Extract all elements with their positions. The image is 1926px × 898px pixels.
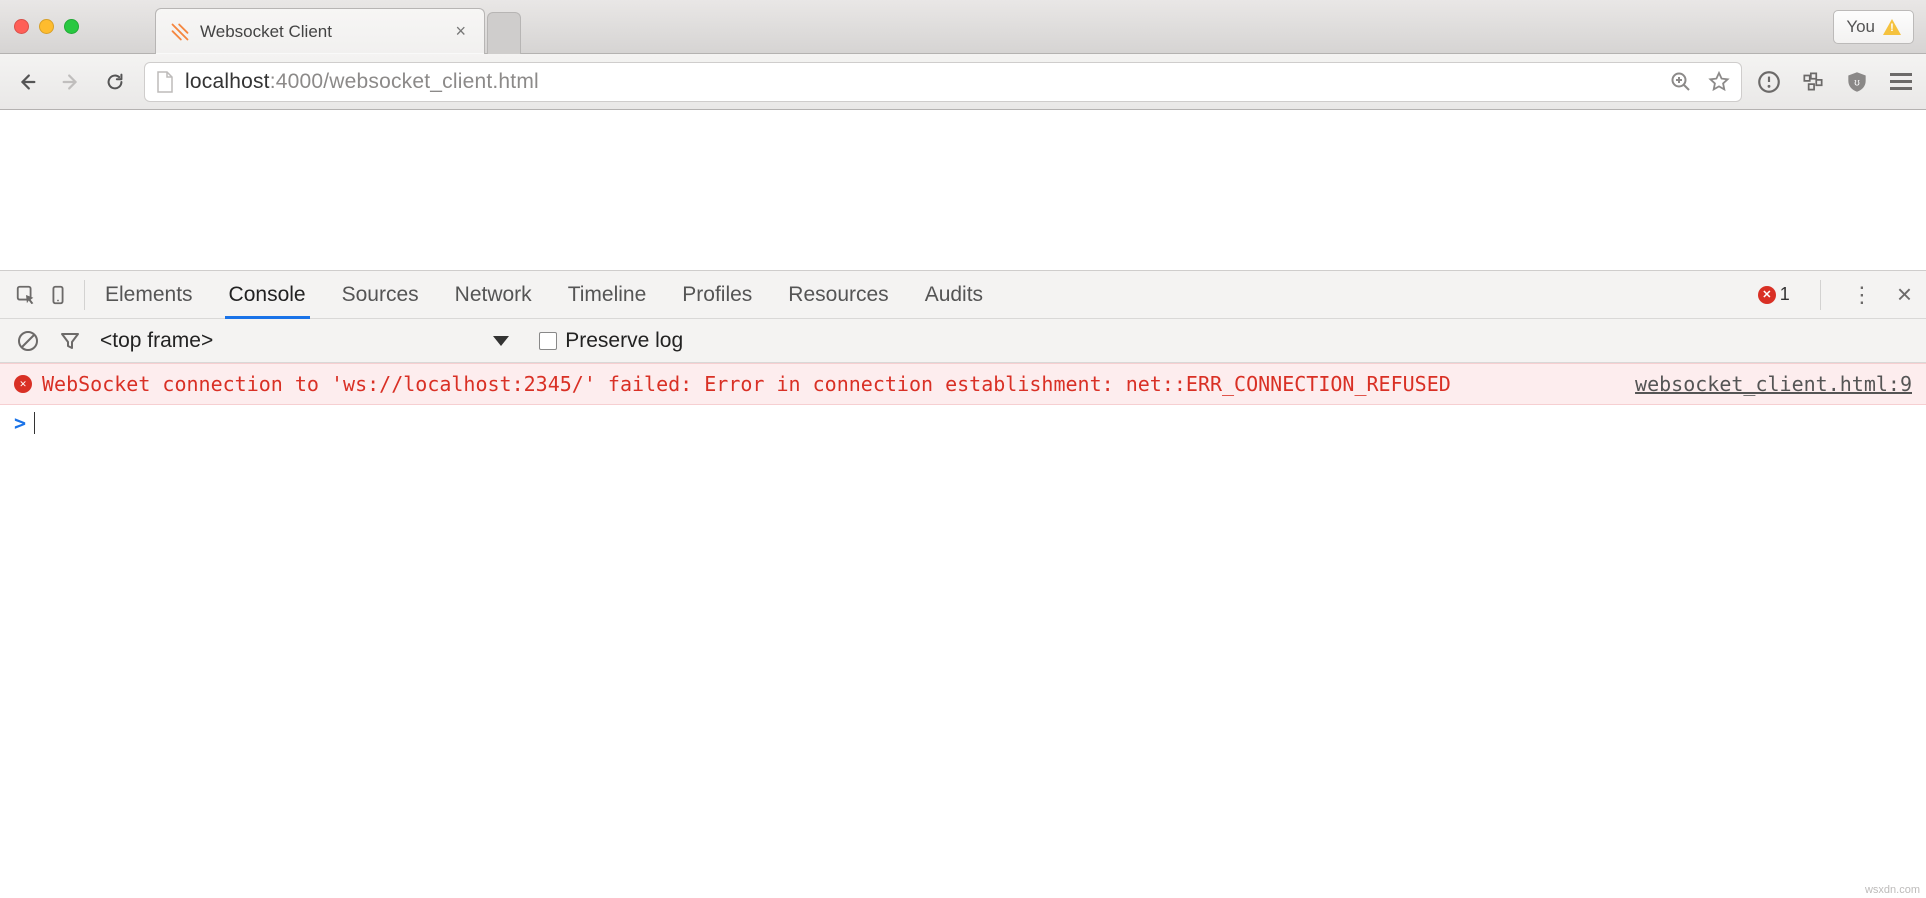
chevron-down-icon — [493, 336, 509, 346]
device-mode-icon[interactable] — [42, 279, 74, 311]
extension-icon-2[interactable] — [1800, 69, 1826, 95]
error-source-link[interactable]: websocket_client.html:9 — [1635, 370, 1912, 398]
text-cursor — [34, 412, 35, 434]
separator — [1820, 280, 1821, 310]
tab-title: Websocket Client — [200, 22, 441, 42]
extension-icon-shield[interactable]: ʊ — [1844, 69, 1870, 95]
close-window-button[interactable] — [14, 19, 29, 34]
tab-timeline[interactable]: Timeline — [564, 271, 651, 319]
svg-text:ʊ: ʊ — [1854, 77, 1860, 88]
frame-selector-label: <top frame> — [100, 329, 213, 353]
console-subbar: <top frame> Preserve log — [0, 319, 1926, 363]
warning-icon — [1883, 19, 1901, 35]
tab-network[interactable]: Network — [451, 271, 536, 319]
devtools: Elements Console Sources Network Timelin… — [0, 270, 1926, 441]
back-button[interactable] — [12, 67, 42, 97]
browser-toolbar: localhost:4000/websocket_client.html ʊ — [0, 54, 1926, 110]
tab-resources[interactable]: Resources — [784, 271, 892, 319]
devtools-toolbar-right: 1 ⋮ × — [1758, 279, 1916, 310]
console-error-row: WebSocket connection to 'ws://localhost:… — [0, 363, 1926, 405]
clear-console-icon[interactable] — [16, 329, 40, 353]
devtools-panels: Elements Console Sources Network Timelin… — [95, 271, 987, 318]
profile-button[interactable]: You — [1833, 10, 1914, 44]
separator — [84, 280, 85, 310]
tab-profiles[interactable]: Profiles — [678, 271, 756, 319]
checkbox-icon — [539, 332, 557, 350]
console-prompt[interactable]: > — [0, 405, 1926, 441]
extension-icon-1[interactable] — [1756, 69, 1782, 95]
prompt-chevron-icon: > — [14, 411, 26, 435]
watermark: wsxdn.com — [1865, 884, 1920, 896]
bookmark-star-icon[interactable] — [1707, 70, 1731, 94]
url-text: localhost:4000/websocket_client.html — [185, 70, 539, 94]
forward-button[interactable] — [56, 67, 86, 97]
frame-selector[interactable]: <top frame> — [100, 329, 509, 353]
minimize-window-button[interactable] — [39, 19, 54, 34]
zoom-icon[interactable] — [1669, 70, 1693, 94]
url-host: localhost — [185, 70, 270, 93]
fullscreen-window-button[interactable] — [64, 19, 79, 34]
error-count: 1 — [1780, 284, 1790, 305]
url-path: :4000/websocket_client.html — [270, 70, 539, 93]
filter-icon[interactable] — [58, 329, 82, 353]
preserve-log-label: Preserve log — [565, 329, 683, 353]
new-tab-button[interactable] — [487, 12, 521, 54]
toolbar-extensions: ʊ — [1756, 69, 1914, 95]
preserve-log-checkbox[interactable]: Preserve log — [539, 329, 683, 353]
menu-button[interactable] — [1888, 69, 1914, 95]
tab-elements[interactable]: Elements — [101, 271, 197, 319]
tab-audits[interactable]: Audits — [921, 271, 987, 319]
devtools-tabbar: Elements Console Sources Network Timelin… — [0, 271, 1926, 319]
traffic-lights — [0, 19, 93, 34]
error-icon — [1758, 286, 1776, 304]
tab-console[interactable]: Console — [225, 271, 310, 319]
devtools-more-button[interactable]: ⋮ — [1851, 282, 1873, 308]
tab-favicon — [170, 22, 190, 42]
devtools-close-button[interactable]: × — [1893, 279, 1916, 310]
error-message: WebSocket connection to 'ws://localhost:… — [42, 370, 1625, 398]
error-count-badge[interactable]: 1 — [1758, 284, 1790, 305]
address-bar[interactable]: localhost:4000/websocket_client.html — [144, 62, 1742, 102]
tab-sources[interactable]: Sources — [338, 271, 423, 319]
hamburger-icon — [1890, 73, 1912, 90]
window-titlebar: Websocket Client × You — [0, 0, 1926, 54]
profile-button-label: You — [1846, 17, 1875, 37]
inspect-element-icon[interactable] — [10, 279, 42, 311]
error-icon — [14, 375, 32, 393]
reload-button[interactable] — [100, 67, 130, 97]
tab-close-button[interactable]: × — [451, 21, 470, 42]
page-icon — [155, 70, 175, 94]
address-bar-actions — [1669, 70, 1731, 94]
page-content — [0, 110, 1926, 270]
browser-tab[interactable]: Websocket Client × — [155, 8, 485, 54]
